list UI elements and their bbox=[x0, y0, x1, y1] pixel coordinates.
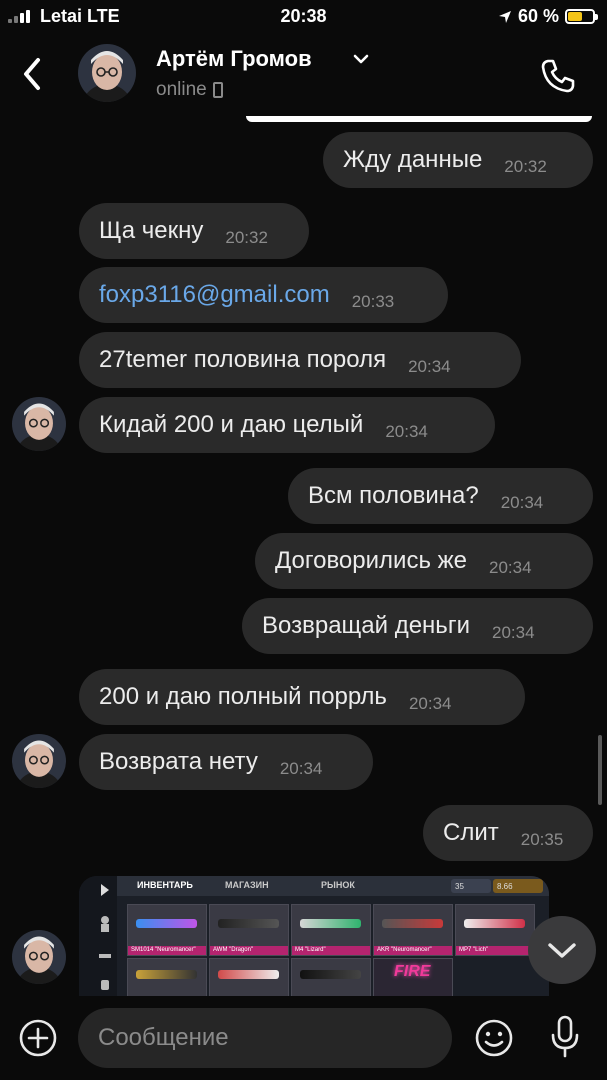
attachment-tab-inventory: ИНВЕНТАРЬ bbox=[137, 880, 193, 890]
message-time: 20:32 bbox=[225, 228, 268, 247]
message-bubble-outgoing[interactable]: Возвращай деньги 20:34 bbox=[242, 598, 593, 654]
call-icon[interactable] bbox=[534, 52, 582, 100]
message-time: 20:34 bbox=[491, 623, 535, 642]
inventory-item: SM1014 "Neuromancer" bbox=[127, 904, 207, 956]
inventory-item: MP7 "Lich" bbox=[455, 904, 535, 956]
attachment-sidebar bbox=[79, 876, 117, 996]
attachment-topbar: ИНВЕНТАРЬ МАГАЗИН РЫНОК 35 8.66 bbox=[117, 876, 549, 896]
email-link[interactable]: foxp3116@gmail.com bbox=[99, 281, 330, 309]
message-time: 20:34 bbox=[279, 759, 323, 778]
attachment-tab-market: РЫНОК bbox=[321, 880, 355, 890]
message-composer: Сообщение bbox=[0, 996, 607, 1080]
image-attachment[interactable]: ИНВЕНТАРЬ МАГАЗИН РЫНОК 35 8.66 SM1014 "… bbox=[79, 876, 549, 996]
fire-logo: FIRE bbox=[394, 963, 431, 980]
message-time: 20:34 bbox=[408, 694, 452, 713]
chevron-down-icon[interactable] bbox=[352, 52, 370, 66]
inventory-item bbox=[127, 958, 207, 996]
attachment-currency-1: 35 bbox=[451, 879, 491, 893]
message-bubble-incoming[interactable]: Возврата нету 20:34 bbox=[79, 734, 373, 790]
message-bubble-incoming[interactable]: foxp3116@gmail.com 20:33 bbox=[79, 267, 448, 323]
message-time: 20:32 bbox=[504, 157, 547, 176]
message-time: 20:34 bbox=[385, 422, 428, 441]
inventory-item: AKR "Neuromancer" bbox=[373, 904, 453, 956]
contact-avatar[interactable] bbox=[78, 44, 136, 102]
battery-percent: 60 % bbox=[517, 6, 559, 26]
message-bubble-incoming[interactable]: Ща чекну 20:32 bbox=[79, 203, 309, 259]
message-input-placeholder: Сообщение bbox=[98, 1024, 229, 1051]
message-bubble-outgoing[interactable]: Всм половина? 20:34 bbox=[288, 468, 593, 524]
battery-icon bbox=[565, 9, 598, 24]
message-time: 20:34 bbox=[408, 357, 451, 376]
mobile-device-icon bbox=[212, 82, 223, 98]
contact-avatar-small[interactable] bbox=[12, 734, 66, 788]
message-bubble-outgoing[interactable]: Жду данные 20:32 bbox=[323, 132, 593, 188]
chat-header: Артём Громов online bbox=[0, 34, 607, 118]
chevron-down-icon bbox=[548, 943, 576, 958]
contact-avatar-small[interactable] bbox=[12, 397, 66, 451]
back-icon[interactable] bbox=[14, 52, 54, 96]
attachment-currency-2: 8.66 bbox=[493, 879, 543, 893]
message-time: 20:33 bbox=[351, 292, 395, 311]
microphone-icon[interactable] bbox=[548, 1014, 582, 1060]
emoji-icon[interactable] bbox=[474, 1018, 514, 1058]
message-bubble-incoming[interactable]: 200 и даю полный поррль 20:34 bbox=[79, 669, 525, 725]
status-bar: Letai LTE 20:38 60 % bbox=[0, 0, 607, 34]
contact-name[interactable]: Артём Громов bbox=[156, 46, 312, 72]
message-bubble-incoming[interactable]: Кидай 200 и даю целый 20:34 bbox=[79, 397, 495, 453]
inventory-item: FIRE bbox=[373, 958, 453, 996]
inventory-item: M4 "Lizard" bbox=[291, 904, 371, 956]
message-input[interactable]: Сообщение bbox=[78, 1008, 452, 1068]
location-arrow-icon bbox=[498, 10, 511, 23]
contact-avatar-small[interactable] bbox=[12, 930, 66, 984]
chat-scrollbar[interactable] bbox=[598, 735, 602, 805]
online-status-label: online bbox=[156, 79, 207, 100]
message-bubble-outgoing[interactable]: Слит 20:35 bbox=[423, 805, 593, 861]
message-time: 20:35 bbox=[520, 830, 564, 849]
inventory-item: AWM "Dragon" bbox=[209, 904, 289, 956]
message-bubble-incoming[interactable]: 27temer половина пороля 20:34 bbox=[79, 332, 521, 388]
attachment-tab-shop: МАГАЗИН bbox=[225, 880, 269, 890]
contact-status: online bbox=[156, 79, 223, 101]
inventory-item bbox=[209, 958, 289, 996]
message-bubble-outgoing[interactable]: Договорились же 20:34 bbox=[255, 533, 593, 589]
message-time: 20:34 bbox=[489, 558, 532, 577]
previous-message-edge bbox=[246, 116, 592, 122]
add-attachment-icon[interactable] bbox=[18, 1018, 58, 1058]
inventory-item bbox=[291, 958, 371, 996]
scroll-down-button[interactable] bbox=[528, 916, 596, 984]
message-time: 20:34 bbox=[500, 493, 544, 512]
